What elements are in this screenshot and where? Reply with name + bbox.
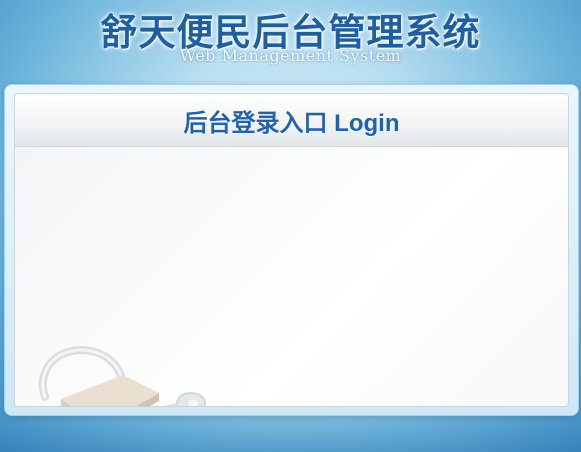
login-panel-body [15,147,568,406]
bottom-glow [0,416,581,452]
login-panel-header: 后台登录入口 Login [15,94,568,147]
padlock-with-key-icon [39,346,206,406]
login-panel-title: 后台登录入口 Login [183,109,400,137]
login-panel: 后台登录入口 Login [14,93,569,407]
app-subtitle: Web Management System [179,46,402,65]
